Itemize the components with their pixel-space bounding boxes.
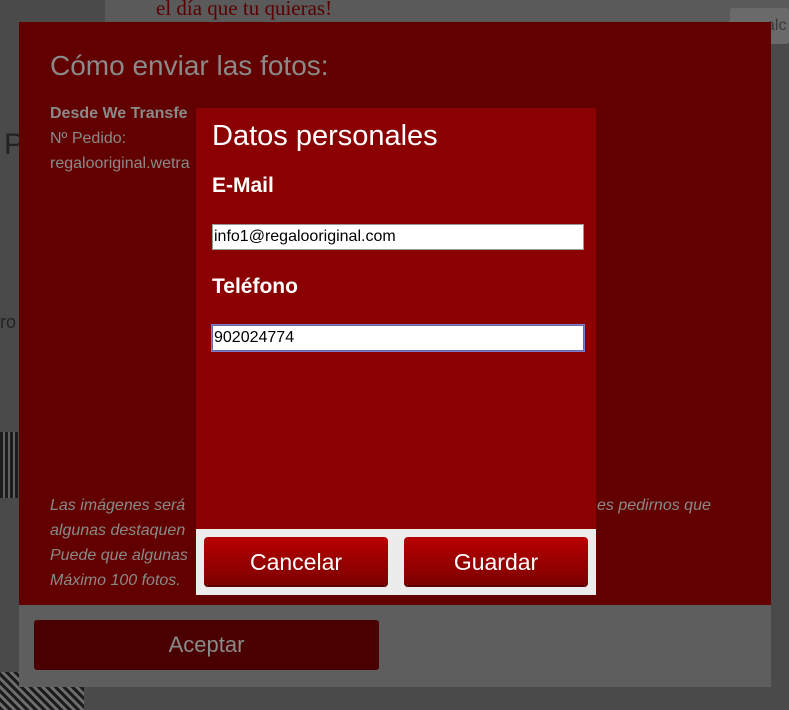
note-line-4: Máximo 100 fotos. <box>50 572 181 589</box>
save-button[interactable]: Guardar <box>404 537 588 587</box>
phone-field[interactable] <box>211 324 585 352</box>
banner-text: el día que tu quieras! <box>156 0 333 20</box>
note-line-3: Puede que algunas <box>50 547 188 564</box>
note-line-1-right: es pedirnos que <box>597 497 711 514</box>
wetransfer-address: regalooriginal.wetra <box>50 155 190 172</box>
personal-data-dialog: Datos personales E-Mail Teléfono Cancela… <box>196 108 596 595</box>
send-photos-footer: Aceptar <box>19 605 771 687</box>
note-line-1: Las imágenes será <box>50 497 186 514</box>
personal-data-title: Datos personales <box>212 120 438 152</box>
order-number-label: Nº Pedido: <box>50 130 127 147</box>
background-qr-image <box>0 432 18 498</box>
email-field[interactable] <box>212 224 584 250</box>
wetransfer-heading: Desde We Transfe <box>50 105 188 122</box>
cancel-button[interactable]: Cancelar <box>204 537 388 587</box>
email-label: E-Mail <box>212 174 274 197</box>
note-line-2: algunas destaquen <box>50 522 186 539</box>
send-photos-title: Cómo enviar las fotos: <box>50 50 329 81</box>
background-text: ro <box>0 312 17 332</box>
phone-label: Teléfono <box>212 275 298 298</box>
accept-button[interactable]: Aceptar <box>34 620 379 670</box>
personal-data-footer: Cancelar Guardar <box>196 529 596 595</box>
